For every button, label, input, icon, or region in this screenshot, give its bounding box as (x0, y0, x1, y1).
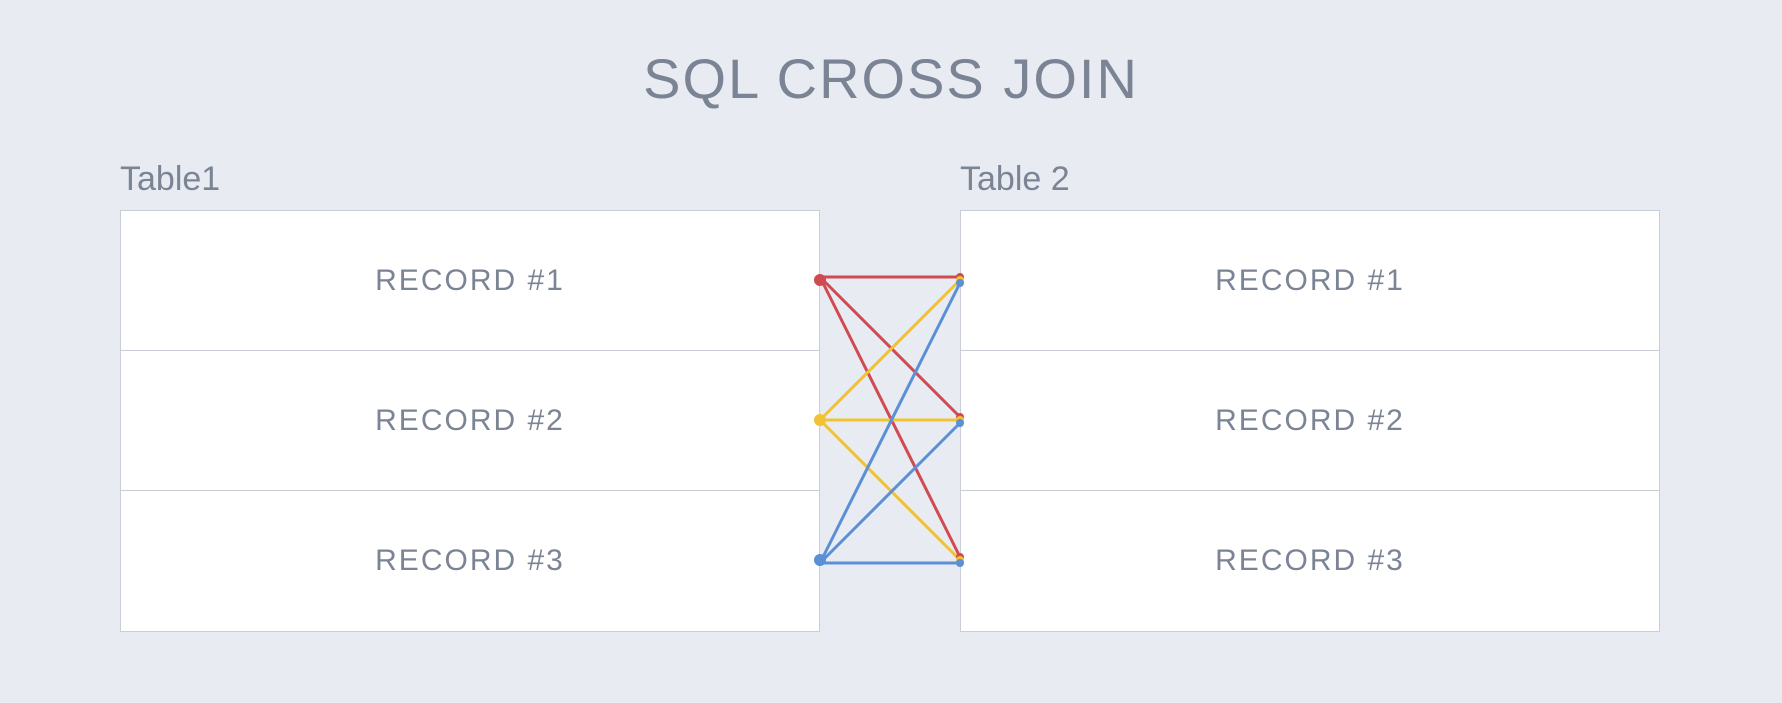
join-link (820, 423, 960, 563)
table-row: RECORD #1 (961, 211, 1659, 351)
join-link (820, 277, 960, 557)
table-row: RECORD #3 (961, 491, 1659, 631)
table1-label: Table1 (120, 160, 220, 199)
table-row: RECORD #3 (121, 491, 819, 631)
table-row: RECORD #1 (121, 211, 819, 351)
table2: RECORD #1 RECORD #2 RECORD #3 (960, 210, 1660, 632)
table-row: RECORD #2 (961, 351, 1659, 491)
join-link (820, 277, 960, 417)
table1: RECORD #1 RECORD #2 RECORD #3 (120, 210, 820, 632)
table2-label: Table 2 (960, 160, 1070, 199)
join-link (820, 283, 960, 563)
table-row: RECORD #2 (121, 351, 819, 491)
diagram-title: SQL CROSS JOIN (0, 46, 1782, 111)
join-link (820, 420, 960, 560)
join-link (820, 280, 960, 420)
diagram-canvas: SQL CROSS JOIN Table1 Table 2 RECORD #1 … (0, 0, 1782, 703)
